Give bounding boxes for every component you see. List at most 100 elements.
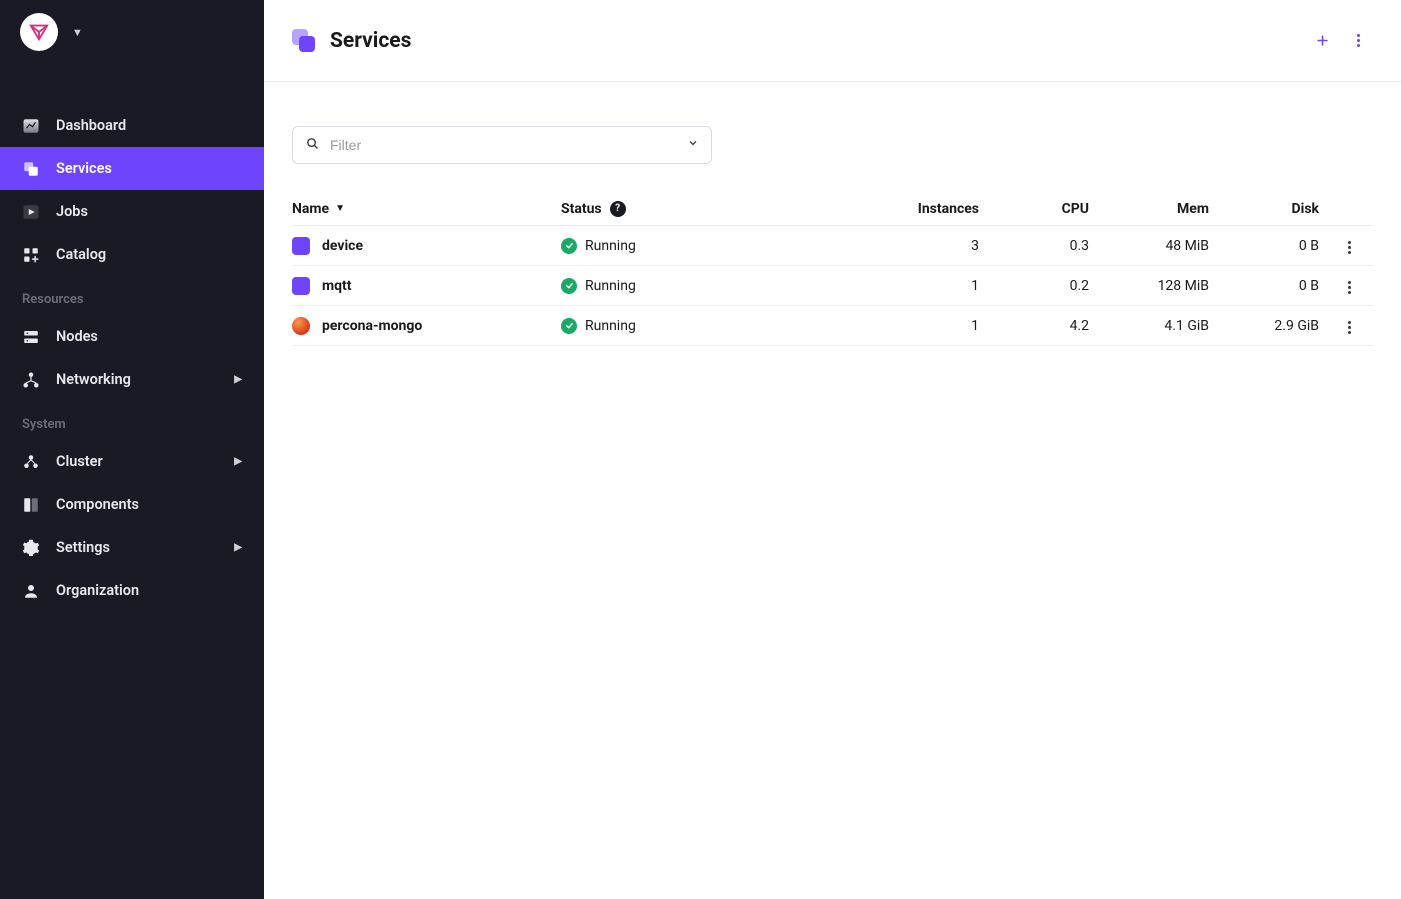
grid-add-icon <box>22 246 40 264</box>
service-name-label: device <box>322 238 363 254</box>
column-header-name-label: Name <box>292 201 329 217</box>
sidebar-item-label: Jobs <box>56 203 88 220</box>
row-actions-cell <box>1325 232 1373 260</box>
cell-mem: 4.1 GiB <box>1095 318 1215 334</box>
sidebar-item-label: Organization <box>56 582 139 599</box>
add-service-button[interactable] <box>1307 26 1337 56</box>
page-header: Services <box>264 0 1401 82</box>
status-label: Running <box>585 278 636 294</box>
page-title: Services <box>330 29 411 53</box>
filter-dropdown-toggle[interactable] <box>687 137 699 153</box>
filter-box[interactable] <box>292 126 712 164</box>
service-icon <box>292 237 310 255</box>
gear-icon <box>22 539 40 557</box>
sidebar-item-label: Cluster <box>56 453 103 470</box>
column-header-status-label: Status <box>561 201 602 217</box>
sidebar-item-cluster[interactable]: Cluster ▶ <box>0 440 264 483</box>
table-header: Name ▼ Status ? Instances CPU Mem Disk <box>292 192 1373 226</box>
chevron-right-icon: ▶ <box>234 542 242 553</box>
sidebar-item-label: Dashboard <box>56 117 126 134</box>
row-menu-button[interactable] <box>1337 235 1361 259</box>
status-running-icon <box>561 238 577 254</box>
cell-instances: 3 <box>835 238 985 254</box>
cell-cpu: 0.2 <box>985 278 1095 294</box>
sidebar-item-label: Networking <box>56 371 131 388</box>
service-status-cell: Running <box>555 318 835 334</box>
gauge-icon <box>22 117 40 135</box>
service-name-label: percona-mongo <box>322 318 422 334</box>
network-icon <box>22 371 40 389</box>
column-header-instances[interactable]: Instances <box>835 201 985 217</box>
cell-disk: 2.9 GiB <box>1215 318 1325 334</box>
page-body: Name ▼ Status ? Instances CPU Mem Disk d… <box>264 82 1401 390</box>
project-switcher[interactable]: ▼ <box>72 26 83 39</box>
services-icon <box>22 160 40 178</box>
services-table: Name ▼ Status ? Instances CPU Mem Disk d… <box>292 192 1373 346</box>
service-name-cell[interactable]: device <box>292 237 555 255</box>
sidebar-item-label: Components <box>56 496 139 513</box>
status-running-icon <box>561 318 577 334</box>
sidebar-item-settings[interactable]: Settings ▶ <box>0 526 264 569</box>
sidebar-item-jobs[interactable]: Jobs <box>0 190 264 233</box>
main-content: Services Name ▼ <box>264 0 1401 899</box>
cell-instances: 1 <box>835 318 985 334</box>
column-header-mem[interactable]: Mem <box>1095 201 1215 217</box>
cell-instances: 1 <box>835 278 985 294</box>
service-status-cell: Running <box>555 278 835 294</box>
sidebar: ▼ Dashboard Services Jobs Catalog Resources… <box>0 0 264 899</box>
sidebar-item-label: Catalog <box>56 246 106 263</box>
sidebar-item-nodes[interactable]: Nodes <box>0 315 264 358</box>
row-actions-cell <box>1325 312 1373 340</box>
cell-cpu: 4.2 <box>985 318 1095 334</box>
row-menu-button[interactable] <box>1337 315 1361 339</box>
filter-input[interactable] <box>330 137 677 153</box>
header-menu-button[interactable] <box>1343 26 1373 56</box>
table-row: percona-mongo Running 14.24.1 GiB2.9 GiB <box>292 306 1373 346</box>
status-label: Running <box>585 238 636 254</box>
app-logo[interactable] <box>20 13 58 51</box>
sidebar-header: ▼ <box>0 0 264 64</box>
sidebar-item-networking[interactable]: Networking ▶ <box>0 358 264 401</box>
cell-disk: 0 B <box>1215 278 1325 294</box>
sidebar-item-dashboard[interactable]: Dashboard <box>0 104 264 147</box>
components-icon <box>22 496 40 514</box>
sidebar-nav: Dashboard Services Jobs Catalog Resources No… <box>0 64 264 612</box>
sidebar-item-services[interactable]: Services <box>0 147 264 190</box>
status-help-icon[interactable]: ? <box>610 201 626 217</box>
play-icon <box>22 203 40 221</box>
sort-descending-icon: ▼ <box>335 203 345 214</box>
table-row: mqtt Running 10.2128 MiB0 B <box>292 266 1373 306</box>
sidebar-item-components[interactable]: Components <box>0 483 264 526</box>
chevron-right-icon: ▶ <box>234 456 242 467</box>
status-running-icon <box>561 278 577 294</box>
service-name-cell[interactable]: mqtt <box>292 277 555 295</box>
cell-mem: 128 MiB <box>1095 278 1215 294</box>
column-header-disk[interactable]: Disk <box>1215 201 1325 217</box>
column-header-cpu[interactable]: CPU <box>985 201 1095 217</box>
table-row: deviceRunning30.348 MiB0 B <box>292 226 1373 266</box>
sidebar-section-label: Resources <box>0 276 264 315</box>
search-icon <box>305 136 320 155</box>
status-label: Running <box>585 318 636 334</box>
sidebar-item-organization[interactable]: Organization <box>0 569 264 612</box>
service-name-cell[interactable]: percona-mongo <box>292 317 555 335</box>
sidebar-section-label: System <box>0 401 264 440</box>
row-menu-button[interactable] <box>1337 275 1361 299</box>
cell-cpu: 0.3 <box>985 238 1095 254</box>
sidebar-item-label: Nodes <box>56 328 98 345</box>
sidebar-item-label: Settings <box>56 539 110 556</box>
sidebar-item-catalog[interactable]: Catalog <box>0 233 264 276</box>
header-actions <box>1307 26 1373 56</box>
sidebar-item-label: Services <box>56 160 112 177</box>
row-actions-cell <box>1325 272 1373 300</box>
column-header-name[interactable]: Name ▼ <box>292 201 555 217</box>
service-icon <box>292 277 310 295</box>
chevron-right-icon: ▶ <box>234 374 242 385</box>
servers-icon <box>22 328 40 346</box>
cell-disk: 0 B <box>1215 238 1325 254</box>
column-header-status[interactable]: Status ? <box>555 201 835 217</box>
service-icon <box>292 317 310 335</box>
service-status-cell: Running <box>555 238 835 254</box>
services-icon <box>292 29 316 53</box>
cluster-icon <box>22 453 40 471</box>
